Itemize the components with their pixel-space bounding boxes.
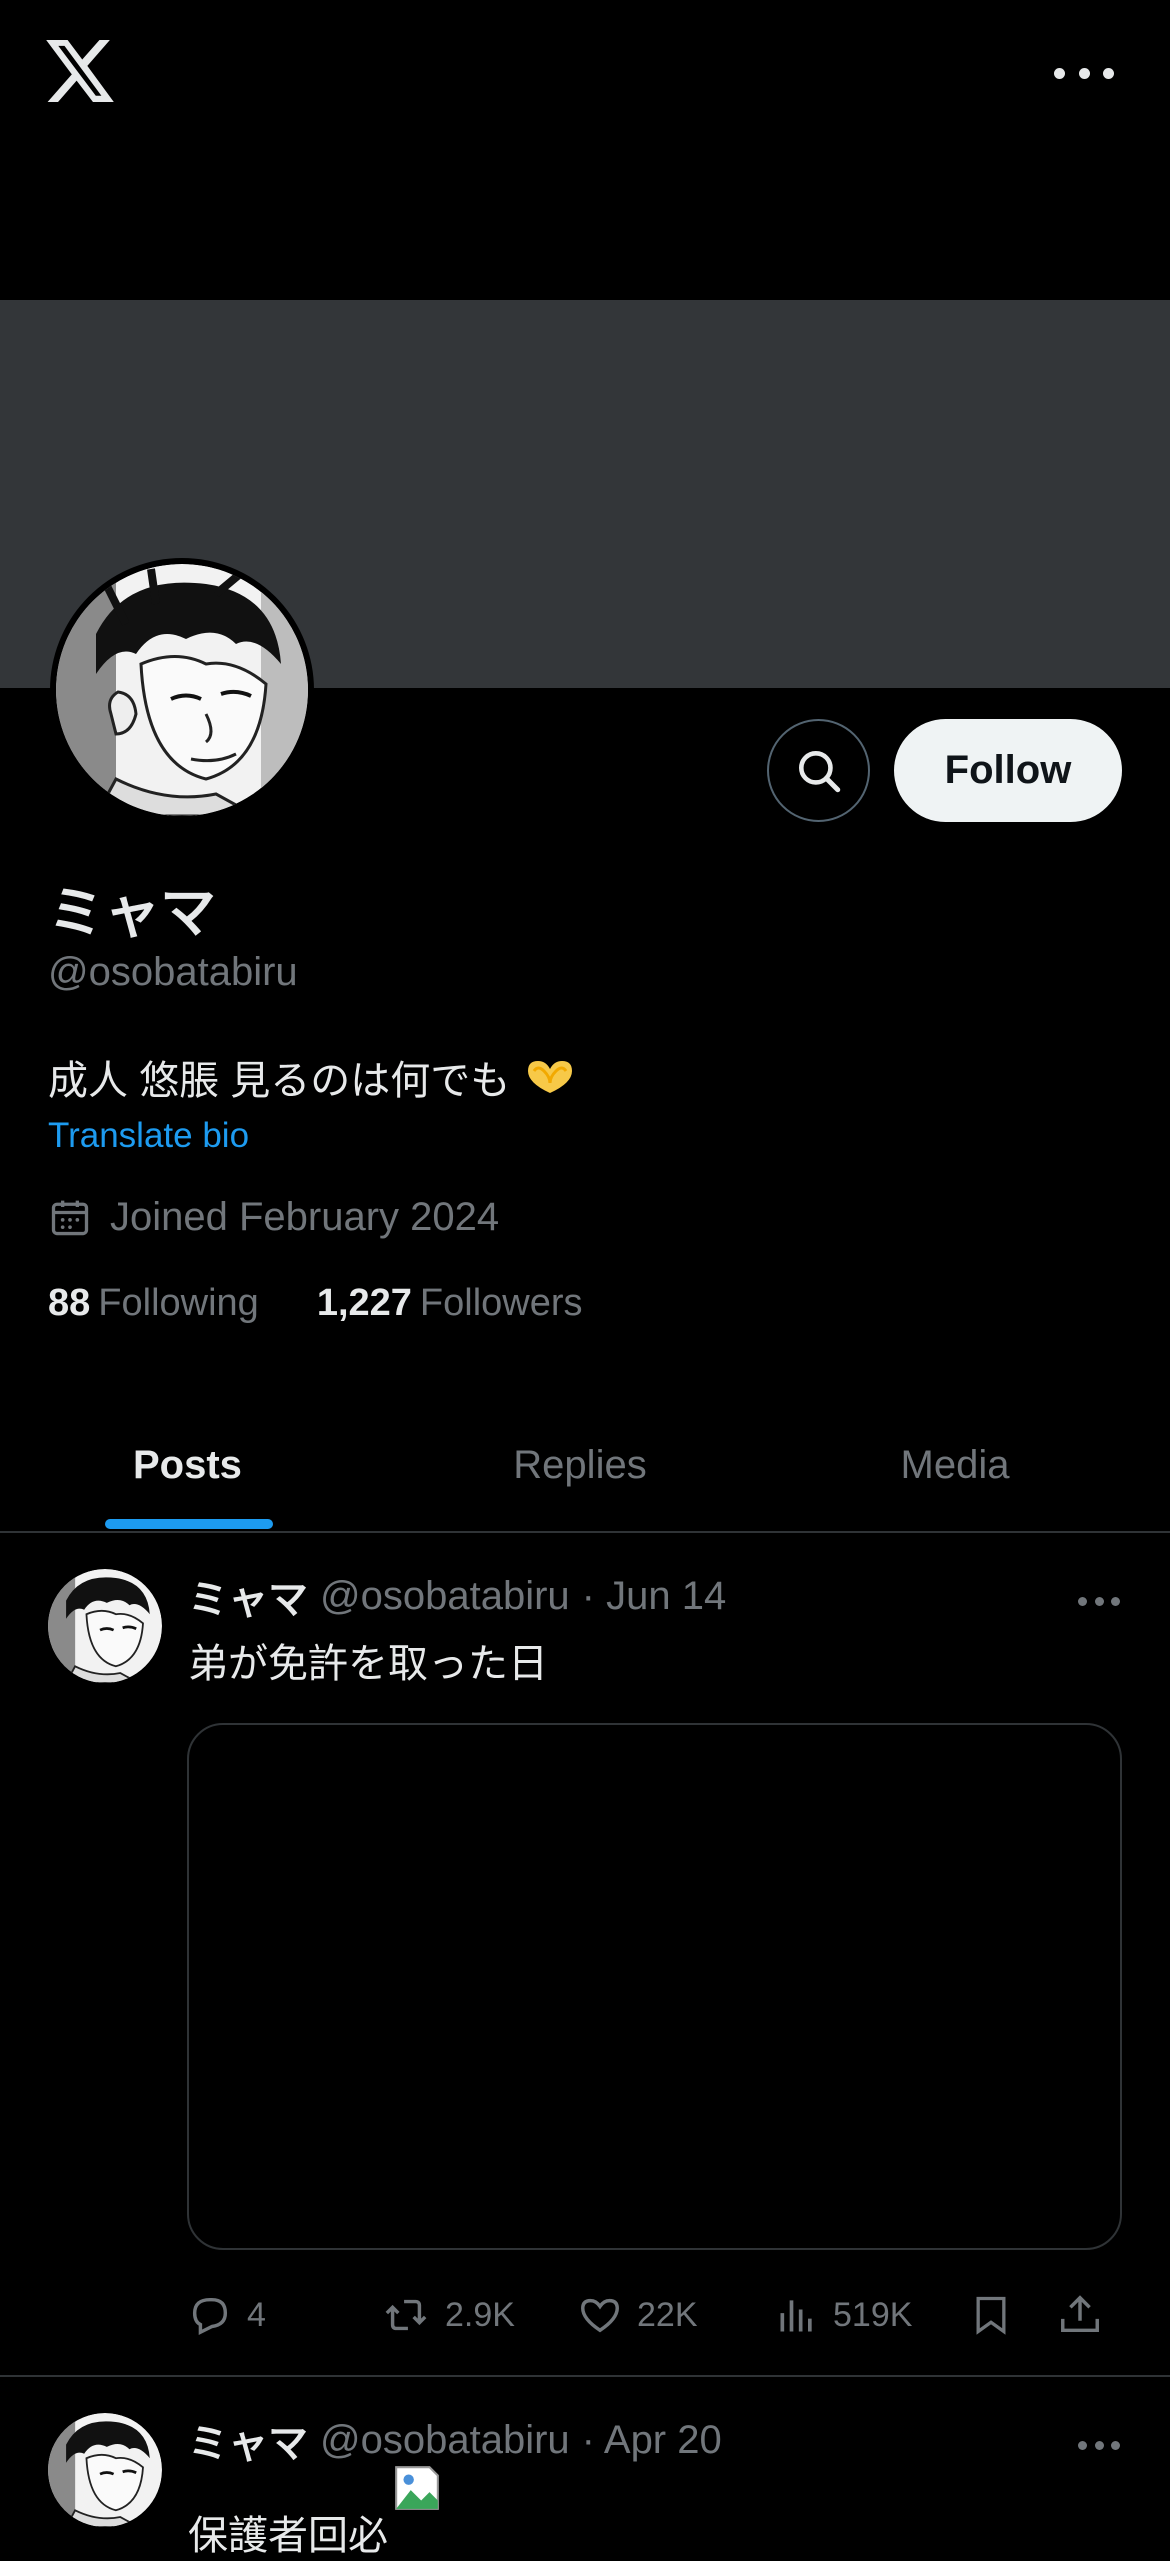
post-avatar[interactable] xyxy=(48,2413,162,2527)
reply-icon xyxy=(192,2297,228,2336)
like-button[interactable]: 22K xyxy=(577,2292,775,2338)
profile-bio: 成人 悠脹 見るのは何でも xyxy=(48,1048,576,1106)
post-text-row: 保護者回必 xyxy=(188,2463,442,2561)
retweet-button[interactable]: 2.9K xyxy=(381,2292,577,2338)
tab-replies[interactable]: Replies xyxy=(380,1400,780,1531)
share-button[interactable] xyxy=(1057,2291,1103,2339)
post-actions: 4 2.9K 22K 519K xyxy=(187,2285,1122,2345)
post-item[interactable]: ミャマ @osobatabiru · Jun 14 弟が免許を取った日 4 2.… xyxy=(0,1535,1170,2377)
views-button[interactable]: 519K xyxy=(775,2292,969,2338)
follow-button[interactable]: Follow xyxy=(894,719,1122,822)
bookmark-icon xyxy=(976,2296,1006,2335)
like-count: 22K xyxy=(637,2295,698,2334)
post-header: ミャマ @osobatabiru · Apr 20 xyxy=(188,2411,722,2469)
post-more-icon[interactable] xyxy=(1078,2441,1120,2451)
x-logo-icon[interactable] xyxy=(46,40,114,102)
followers-label: Followers xyxy=(419,1282,583,1324)
heart-icon xyxy=(581,2298,619,2333)
tab-media[interactable]: Media xyxy=(780,1400,1170,1531)
active-tab-indicator xyxy=(105,1519,273,1529)
followers-count: 1,227 xyxy=(316,1282,412,1324)
top-bar xyxy=(0,0,1170,300)
following-label: Following xyxy=(98,1282,259,1324)
profile-avatar[interactable] xyxy=(50,558,314,822)
reply-button[interactable]: 4 xyxy=(187,2292,381,2338)
reply-count: 4 xyxy=(247,2295,266,2334)
joined-text: Joined February 2024 xyxy=(110,1195,500,1239)
joined-date: Joined February 2024 xyxy=(48,1195,499,1240)
post-author-name[interactable]: ミャマ xyxy=(188,2411,308,2469)
post-avatar[interactable] xyxy=(48,1569,162,1683)
retweet-count: 2.9K xyxy=(445,2295,515,2334)
profile-display-name: ミャマ xyxy=(48,881,216,944)
calendar-icon xyxy=(51,1200,89,1235)
post-text: 保護者回必 xyxy=(188,2514,388,2558)
more-options-icon[interactable] xyxy=(1054,58,1114,88)
bookmark-button[interactable] xyxy=(969,2291,1057,2339)
post-header: ミャマ @osobatabiru · Jun 14 xyxy=(188,1567,726,1625)
post-more-icon[interactable] xyxy=(1078,1597,1120,1607)
translate-bio-link[interactable]: Translate bio xyxy=(48,1116,249,1156)
search-icon xyxy=(798,750,840,792)
following-count: 88 xyxy=(48,1282,91,1324)
share-icon xyxy=(1061,2295,1099,2333)
followers-link[interactable]: 1,227 Followers xyxy=(317,1282,583,1325)
search-button[interactable] xyxy=(767,719,870,822)
broken-image-icon xyxy=(395,2466,439,2510)
tab-posts[interactable]: Posts xyxy=(0,1400,380,1531)
post-date[interactable]: · Jun 14 xyxy=(582,1574,727,1619)
post-media[interactable] xyxy=(187,1723,1122,2250)
bio-text: 成人 悠脹 見るのは何でも xyxy=(48,1059,511,1103)
profile-handle: @osobatabiru xyxy=(48,950,298,994)
views-count: 519K xyxy=(833,2295,913,2334)
profile-stats: 88 Following 1,227 Followers xyxy=(48,1282,583,1325)
profile-tabs: Posts Replies Media xyxy=(0,1400,1170,1533)
heart-hands-icon xyxy=(528,1061,573,1093)
post-author-name[interactable]: ミャマ xyxy=(188,1567,308,1625)
following-link[interactable]: 88 Following xyxy=(48,1282,259,1325)
post-author-handle[interactable]: @osobatabiru xyxy=(320,2418,570,2463)
post-text: 弟が免許を取った日 xyxy=(188,1642,548,1686)
post-date[interactable]: · Apr 20 xyxy=(582,2418,722,2463)
views-icon xyxy=(780,2300,812,2332)
post-author-handle[interactable]: @osobatabiru xyxy=(320,1574,570,1619)
retweet-icon xyxy=(385,2299,427,2331)
post-item[interactable]: ミャマ @osobatabiru · Apr 20 保護者回必 xyxy=(0,2379,1170,2558)
